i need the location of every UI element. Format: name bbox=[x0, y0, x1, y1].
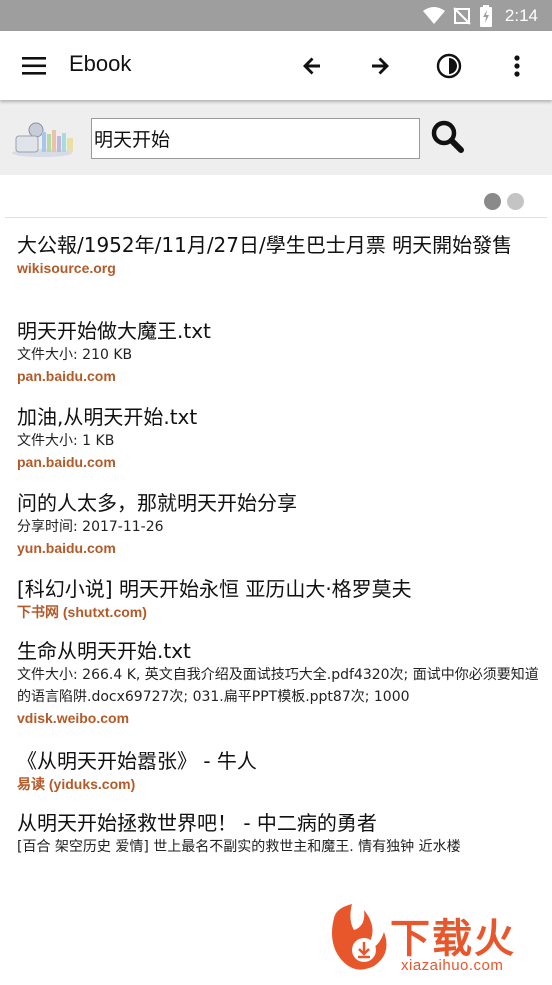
status-icons: 2:14 bbox=[422, 4, 538, 28]
result-item[interactable]: [科幻小说] 明天开始永恒 亚历山大·格罗莫夫 下书网 (shutxt.com) bbox=[17, 576, 542, 638]
result-source: pan.baidu.com bbox=[17, 454, 116, 470]
page-indicator bbox=[484, 193, 524, 210]
result-item[interactable]: 加油,从明天开始.txt 文件大小: 1 KB pan.baidu.com bbox=[17, 404, 542, 490]
result-item[interactable]: 问的人太多，那就明天开始分享 分享时间: 2017-11-26 yun.baid… bbox=[17, 490, 542, 576]
result-title[interactable]: 生命从明天开始.txt bbox=[17, 638, 542, 664]
result-title[interactable]: 加油,从明天开始.txt bbox=[17, 404, 542, 430]
forward-button[interactable] bbox=[362, 48, 398, 84]
watermark-text: 下载火 bbox=[390, 916, 516, 962]
books-logo-icon bbox=[12, 122, 73, 157]
overflow-menu-button[interactable] bbox=[499, 48, 535, 84]
result-snippet: 文件大小: 210 KB bbox=[17, 347, 133, 363]
more-vert-icon bbox=[514, 55, 520, 77]
back-button[interactable] bbox=[294, 48, 330, 84]
result-item[interactable]: 《从明天开始嚣张》 - 牛人 易读 (yiduks.com) bbox=[17, 748, 542, 810]
menu-button[interactable] bbox=[18, 51, 50, 81]
search-icon bbox=[431, 120, 464, 153]
battery-charging-icon bbox=[479, 5, 492, 27]
result-item[interactable]: 从明天开始拯救世界吧！ - 中二病的勇者 [百合 架空历史 爱情] 世上最名不副… bbox=[17, 810, 542, 872]
app-bar: Ebook bbox=[0, 31, 552, 100]
results-list: 大公報/1952年/11月/27日/學生巴士月票 明天開始發售 wikisour… bbox=[17, 232, 542, 872]
page-dot[interactable] bbox=[507, 193, 524, 210]
result-title[interactable]: 从明天开始拯救世界吧！ - 中二病的勇者 bbox=[17, 810, 542, 836]
result-source: wikisource.org bbox=[17, 260, 116, 276]
result-snippet: [百合 架空历史 爱情] 世上最名不副实的救世主和魔王. 情有独钟 近水楼 bbox=[17, 839, 461, 855]
watermark-url: xiazaihuo.com bbox=[401, 957, 504, 974]
result-title[interactable]: 《从明天开始嚣张》 - 牛人 bbox=[17, 748, 542, 774]
result-source: 下书网 (shutxt.com) bbox=[17, 604, 147, 620]
hamburger-menu-icon bbox=[22, 57, 46, 75]
result-snippet: 分享时间: 2017-11-26 bbox=[17, 519, 164, 535]
result-title[interactable]: 明天开始做大魔王.txt bbox=[17, 318, 542, 344]
arrow-right-icon bbox=[372, 57, 389, 75]
contrast-icon bbox=[436, 53, 462, 79]
result-title[interactable]: [科幻小说] 明天开始永恒 亚历山大·格罗莫夫 bbox=[17, 576, 542, 602]
status-bar: 2:14 bbox=[0, 0, 552, 31]
app-title: Ebook bbox=[69, 51, 132, 76]
result-source: 易读 (yiduks.com) bbox=[17, 776, 136, 792]
result-title[interactable]: 问的人太多，那就明天开始分享 bbox=[17, 490, 542, 516]
no-signal-icon bbox=[453, 7, 471, 25]
result-title[interactable]: 大公報/1952年/11月/27日/學生巴士月票 明天開始發售 bbox=[17, 232, 542, 258]
arrow-left-icon bbox=[303, 57, 320, 75]
result-snippet: 文件大小: 266.4 K, 英文自我介绍及面试技巧大全.pdf4320次; 面… bbox=[17, 667, 539, 705]
search-button[interactable] bbox=[428, 117, 468, 157]
result-snippet: 文件大小: 1 KB bbox=[17, 433, 115, 449]
result-item[interactable]: 大公報/1952年/11月/27日/學生巴士月票 明天開始發售 wikisour… bbox=[17, 232, 542, 318]
page-dot-active[interactable] bbox=[484, 193, 501, 210]
search-input[interactable] bbox=[91, 118, 420, 159]
theme-toggle-button[interactable] bbox=[431, 48, 467, 84]
app-logo bbox=[12, 118, 78, 158]
result-source: pan.baidu.com bbox=[17, 368, 116, 384]
result-source: yun.baidu.com bbox=[17, 540, 116, 556]
result-item[interactable]: 生命从明天开始.txt 文件大小: 266.4 K, 英文自我介绍及面试技巧大全… bbox=[17, 638, 542, 748]
result-item[interactable]: 明天开始做大魔王.txt 文件大小: 210 KB pan.baidu.com bbox=[17, 318, 542, 404]
wifi-icon bbox=[422, 7, 445, 24]
result-source: vdisk.weibo.com bbox=[17, 710, 130, 726]
status-time: 2:14 bbox=[504, 6, 538, 25]
divider bbox=[5, 217, 547, 218]
flame-icon bbox=[332, 904, 387, 970]
